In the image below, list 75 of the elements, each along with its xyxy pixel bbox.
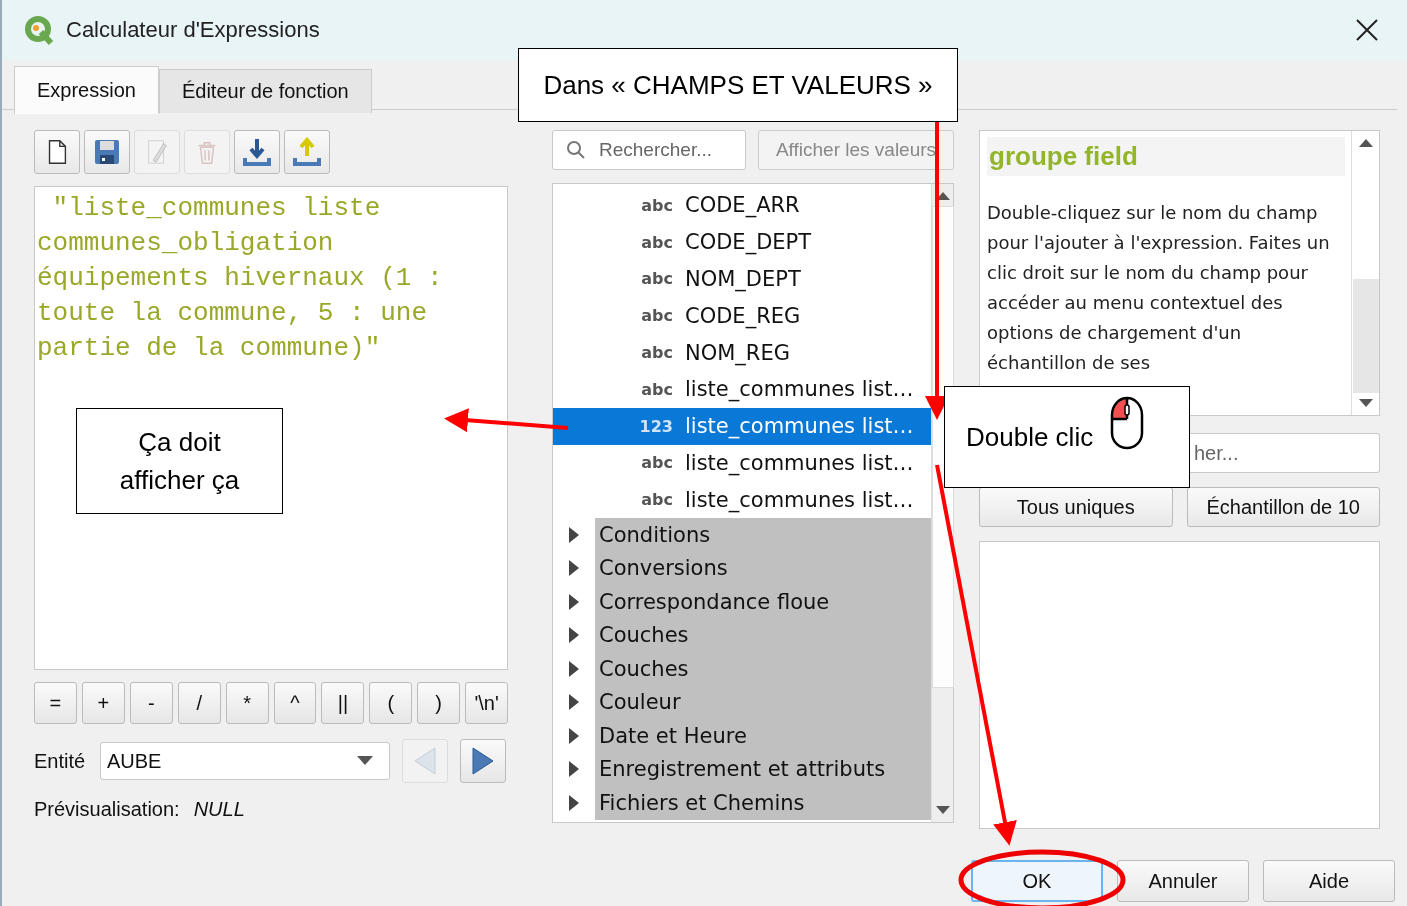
tree-item[interactable]: Couches <box>595 618 931 653</box>
operator-button[interactable]: '\n' <box>465 682 509 724</box>
operator-button[interactable]: || <box>321 682 365 724</box>
operator-button[interactable]: * <box>225 682 269 724</box>
next-button[interactable] <box>460 739 506 783</box>
scroll-up-icon[interactable] <box>1358 139 1373 147</box>
tree-item[interactable]: Date et Heure <box>595 719 931 753</box>
expand-icon[interactable] <box>569 526 579 543</box>
dialog-button[interactable]: Aide <box>1263 860 1395 902</box>
tree-item[interactable]: abc NOM_DEPT <box>553 260 931 298</box>
expand-icon[interactable] <box>569 627 579 644</box>
scroll-down-icon[interactable] <box>935 806 950 814</box>
left-triangle-icon <box>413 746 437 776</box>
upload-icon <box>292 137 322 167</box>
operator-button[interactable]: ) <box>417 682 461 724</box>
download-icon <box>242 137 272 167</box>
tree-item[interactable]: abc NOM_REG <box>553 334 931 371</box>
expand-icon[interactable] <box>569 593 579 610</box>
tab[interactable]: Éditeur de fonction <box>158 69 372 113</box>
values-search-field[interactable]: her... <box>1190 433 1380 473</box>
expression-text: "liste_communes liste communes_obligation équipements hivernaux (1 : toute la commune, 5 : une partie de la commune)" <box>37 192 444 365</box>
tree-item[interactable]: Correspondance floue <box>595 585 931 619</box>
export-button[interactable] <box>284 130 330 174</box>
tree-item[interactable]: Couches <box>595 652 931 686</box>
operator-button[interactable]: ( <box>369 682 413 724</box>
callout-text: Double clic <box>966 421 1094 453</box>
dialog-button[interactable]: OK <box>971 860 1103 902</box>
preview-value: NULL <box>193 798 245 821</box>
tree-item[interactable]: abc CODE_DEPT <box>553 223 931 261</box>
new-button[interactable] <box>34 130 80 174</box>
scrollbar[interactable] <box>1351 131 1379 415</box>
tree-item[interactable]: abc liste_communes list… <box>553 481 931 519</box>
scroll-down-icon[interactable] <box>1358 399 1373 407</box>
search-field[interactable]: Rechercher... <box>552 130 746 170</box>
tree-item[interactable]: abc CODE_REG <box>553 297 931 335</box>
expand-icon[interactable] <box>569 560 579 577</box>
app-logo-icon <box>24 15 54 45</box>
preview-label: Prévisualisation: <box>34 798 180 821</box>
tree-item[interactable]: Enregistrement et attributs <box>595 752 931 787</box>
tree-item[interactable]: Fichiers et Chemins <box>595 786 931 820</box>
operator-button[interactable]: = <box>34 682 77 724</box>
mouse-icon <box>1109 395 1146 451</box>
save-button[interactable] <box>84 130 130 174</box>
expand-icon[interactable] <box>569 761 579 778</box>
tab[interactable]: Expression <box>14 66 159 114</box>
expand-icon[interactable] <box>569 660 579 677</box>
expand-icon[interactable] <box>569 794 579 811</box>
close-icon[interactable] <box>1355 18 1379 42</box>
help-text: Double-cliquez sur le nom du champ pour l'ajouter à l'expression. Faites un clic droit sur le nom du champ pour accéder au menu contextuel des options de chargement d'un échantillon de ses <box>987 201 1331 375</box>
operator-button[interactable]: + <box>81 682 125 724</box>
import-button[interactable] <box>234 130 280 174</box>
values-button[interactable]: Échantillon de 10 <box>1186 487 1380 527</box>
entity-label: Entité <box>34 749 87 773</box>
window-title: Calculateur d'Expressions <box>66 17 320 43</box>
dialog-button[interactable]: Annuler <box>1117 860 1249 902</box>
dropdown-icon <box>357 756 373 766</box>
tree-item[interactable]: 123 liste_communes list… <box>553 407 931 445</box>
help-title: groupe field <box>987 137 1345 176</box>
tree-item[interactable]: Couleur <box>595 685 931 720</box>
tree-item[interactable]: Conversions <box>595 551 931 586</box>
operator-button[interactable]: ^ <box>273 682 317 724</box>
callout-box: Ça doit afficher ça <box>76 408 283 514</box>
operator-button[interactable]: / <box>177 682 221 724</box>
tree-item[interactable]: Conditions <box>595 518 931 552</box>
right-triangle-icon <box>471 746 495 776</box>
expand-icon[interactable] <box>569 727 579 744</box>
tree-item[interactable]: abc liste_communes list… <box>553 371 931 408</box>
operator-button[interactable]: - <box>129 682 173 724</box>
expand-icon[interactable] <box>569 694 579 711</box>
search-icon <box>566 140 586 160</box>
entity-combo[interactable]: AUBE <box>100 742 390 780</box>
values-button[interactable]: Tous uniques <box>979 487 1173 527</box>
callout-box: Dans « CHAMPS ET VALEURS » <box>518 48 958 122</box>
tree-item[interactable]: abc liste_communes list… <box>553 444 931 482</box>
tree-item[interactable]: abc CODE_ARR <box>553 187 931 224</box>
